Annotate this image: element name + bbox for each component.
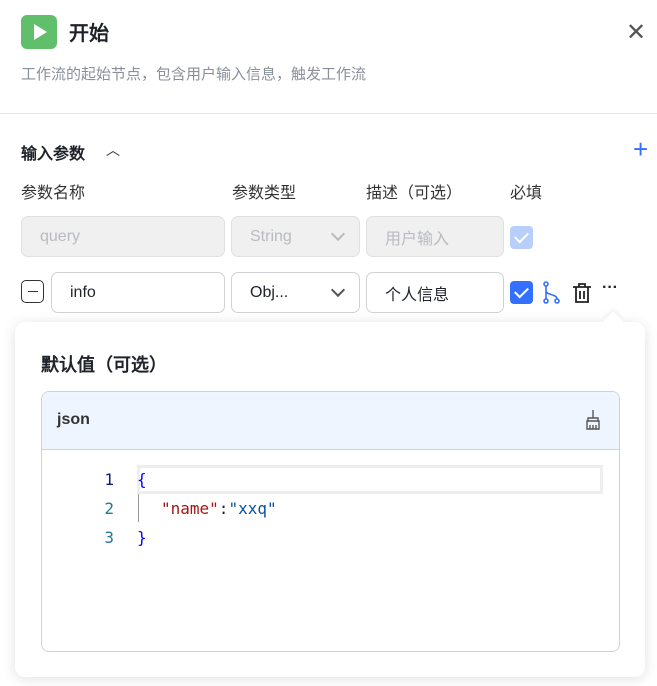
- required-checkbox: [510, 226, 533, 249]
- chevron-up-icon[interactable]: ︿: [106, 140, 120, 160]
- editor-header: json: [42, 392, 619, 450]
- param-type-select: String: [231, 216, 360, 257]
- json-colon: :: [218, 499, 229, 518]
- param-desc-input: 用户输入: [366, 216, 504, 257]
- divider: [0, 113, 657, 114]
- json-key: "name": [161, 499, 219, 518]
- col-desc: 描述（可选）: [366, 185, 463, 202]
- col-required: 必填: [510, 185, 543, 202]
- node-description: 工作流的起始节点，包含用户输入信息，触发工作流: [21, 66, 367, 83]
- json-value: "xxq": [228, 499, 277, 518]
- type-value: String: [250, 227, 292, 245]
- required-checkbox[interactable]: [510, 281, 533, 304]
- trash-icon[interactable]: [572, 282, 592, 304]
- col-name: 参数名称: [21, 185, 86, 202]
- branch-icon[interactable]: [542, 281, 562, 305]
- popover-title: 默认值（可选）: [41, 355, 167, 375]
- type-value: Obj...: [250, 283, 289, 301]
- add-param-button[interactable]: +: [633, 134, 648, 165]
- broom-icon[interactable]: [585, 409, 601, 431]
- line-number: 2: [104, 499, 114, 518]
- language-label: json: [57, 411, 90, 428]
- node-title: 开始: [69, 23, 109, 45]
- param-desc-input[interactable]: 个人信息: [366, 272, 504, 313]
- code-line: {: [137, 470, 147, 489]
- close-icon[interactable]: ✕: [626, 18, 646, 47]
- code-line: "name":"xxq": [161, 499, 277, 518]
- section-title: 输入参数: [21, 146, 86, 163]
- collapse-icon[interactable]: [21, 280, 44, 303]
- chevron-down-icon: [330, 226, 346, 242]
- param-name-input[interactable]: info: [51, 272, 225, 313]
- code-area[interactable]: 1 { 2 "name":"xxq" 3 }: [41, 470, 601, 560]
- play-icon: [21, 15, 57, 49]
- code-line: }: [137, 528, 147, 547]
- line-number: 3: [104, 528, 114, 547]
- col-type: 参数类型: [232, 185, 297, 202]
- chevron-down-icon: [330, 282, 346, 298]
- more-icon[interactable]: ···: [602, 279, 618, 297]
- line-number: 1: [104, 470, 114, 489]
- param-type-select[interactable]: Obj...: [231, 272, 360, 313]
- param-name-input: query: [21, 216, 225, 257]
